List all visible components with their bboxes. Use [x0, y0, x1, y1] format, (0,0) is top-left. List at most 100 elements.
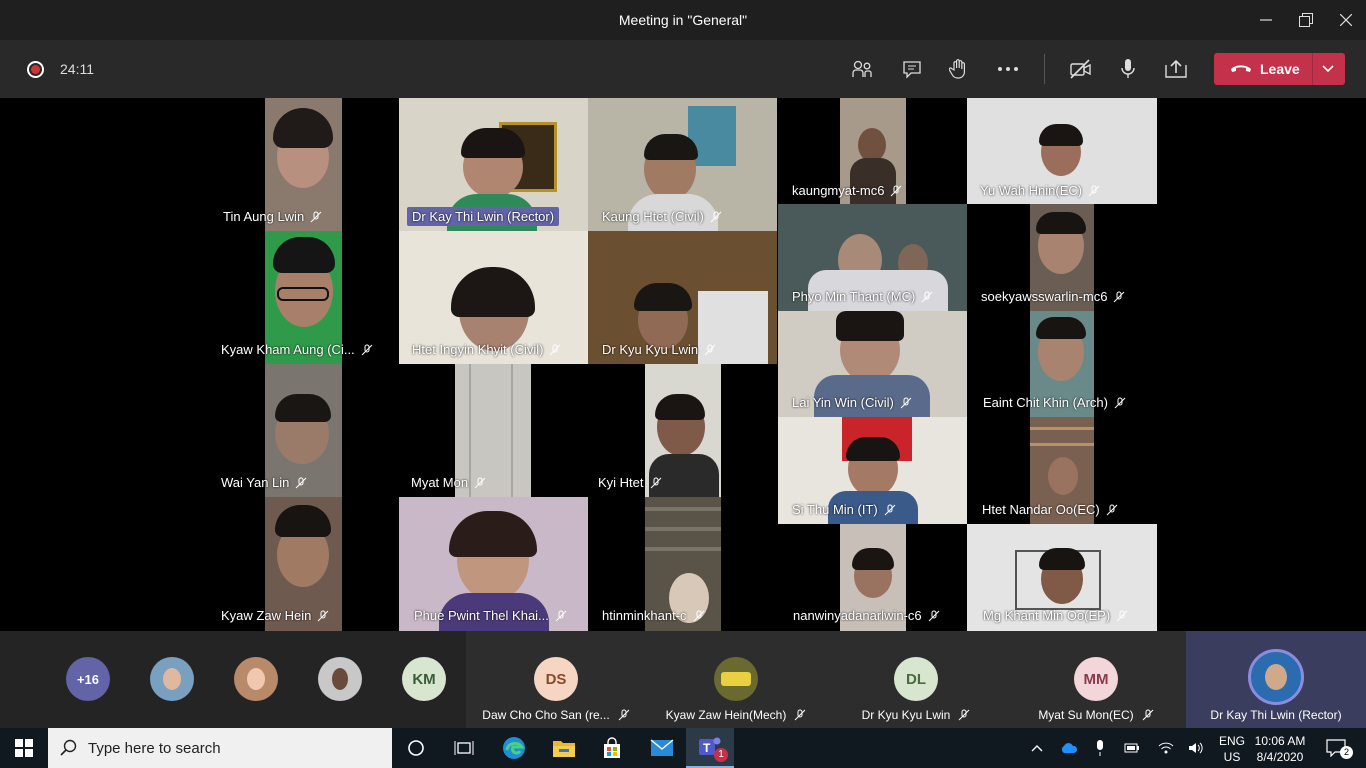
action-center-button[interactable]: 2: [1318, 728, 1354, 768]
edge-button[interactable]: [490, 728, 538, 768]
taskbar: Type here to search T 1 ENG US 10:06 AM …: [0, 728, 1366, 768]
roster-card[interactable]: MM Myat Su Mon(EC): [1006, 631, 1186, 728]
avatar: [714, 657, 758, 701]
participant-label: soekyawsswarlin-mc6: [976, 287, 1130, 306]
mic-off-icon: [1106, 504, 1118, 515]
participant-label: Mg Khant Min Oo(EP): [978, 606, 1133, 625]
mic-off-icon: [310, 211, 322, 222]
roster-name: Myat Su Mon(EC): [1006, 708, 1186, 722]
participant-label: kaungmyat-mc6: [787, 181, 907, 200]
chevron-up-icon: [1031, 745, 1043, 752]
participant-roster: +16 KM DS Daw Cho Cho San (re... Kyaw Za…: [0, 631, 1366, 728]
avatar: DS: [534, 657, 578, 701]
raise-hand-button[interactable]: [942, 53, 976, 85]
close-button[interactable]: [1326, 0, 1366, 40]
cortana-button[interactable]: [392, 728, 440, 768]
roster-name: Dr Kyu Kyu Lwin: [826, 708, 1006, 722]
chat-button[interactable]: [895, 53, 929, 85]
volume-button[interactable]: [1184, 728, 1208, 768]
participant-label: Myat Mon: [406, 473, 491, 492]
participant-label: Kyi Htet: [593, 473, 667, 492]
network-button[interactable]: [1154, 728, 1178, 768]
avatar: DL: [894, 657, 938, 701]
participant-label: Tin Aung Lwin: [218, 207, 327, 226]
microphone-tray-button[interactable]: [1088, 728, 1112, 768]
mic-off-icon: [891, 185, 902, 196]
mail-button[interactable]: [638, 728, 686, 768]
participant-label: Kaung Htet (Civil): [597, 207, 727, 226]
onedrive-button[interactable]: [1056, 728, 1082, 768]
show-hidden-icons-button[interactable]: [1024, 728, 1050, 768]
mic-off-icon: [474, 477, 486, 488]
avatar[interactable]: [318, 657, 362, 701]
participant-label: Htet Ingyin Khyit (Civil): [407, 340, 566, 359]
avatar[interactable]: KM: [402, 657, 446, 701]
leave-label: Leave: [1260, 61, 1300, 77]
leave-button[interactable]: Leave: [1214, 53, 1345, 85]
keyboard-layout: US: [1223, 750, 1241, 764]
start-button[interactable]: [0, 728, 48, 768]
window-title: Meeting in "General": [618, 12, 748, 28]
minimize-icon: [1260, 19, 1272, 21]
mic-off-icon: [1114, 291, 1125, 302]
file-explorer-button[interactable]: [540, 728, 588, 768]
meeting-toolbar: 24:11 Leave: [0, 40, 1366, 98]
video-grid: Tin Aung Lwin Kyaw Kham Aung (Ci... Wai …: [0, 98, 1366, 631]
mic-toggle-button[interactable]: [1111, 53, 1145, 85]
more-participants-button[interactable]: +16: [66, 657, 110, 701]
camera-toggle-button[interactable]: [1064, 53, 1098, 85]
minimize-button[interactable]: [1246, 0, 1286, 40]
leave-divider: [1312, 53, 1313, 85]
share-tray-icon: [1165, 59, 1187, 78]
mic-off-icon: [900, 397, 912, 408]
mic-off-icon: [555, 610, 567, 621]
clock[interactable]: 10:06 AM 8/4/2020: [1252, 733, 1308, 765]
participant-label: htinminkhant-c: [597, 606, 710, 625]
battery-icon: [1124, 743, 1139, 753]
mic-off-icon: [550, 344, 561, 355]
participant-label: Yu Wah Hnin(EC): [975, 181, 1105, 200]
roster-card-active[interactable]: Dr Kay Thi Lwin (Rector): [1186, 631, 1366, 728]
language-code: ENG: [1219, 734, 1246, 748]
battery-button[interactable]: [1120, 728, 1144, 768]
cloud-icon: [1061, 743, 1078, 753]
notification-count: 2: [1340, 746, 1353, 759]
avatar[interactable]: [150, 657, 194, 701]
participant-label: Dr Kay Thi Lwin (Rector): [407, 207, 560, 226]
participant-label: Eaint Chit Khin (Arch): [978, 393, 1131, 412]
wifi-icon: [1158, 742, 1174, 754]
mail-icon: [650, 739, 674, 756]
chevron-down-icon[interactable]: [1320, 60, 1336, 76]
roster-name: Daw Cho Cho San (re...: [466, 708, 646, 722]
taskbar-search[interactable]: Type here to search: [48, 728, 392, 768]
mic-off-icon: [921, 291, 933, 302]
meeting-timer: 24:11: [60, 61, 94, 77]
language-indicator[interactable]: ENG US: [1219, 733, 1245, 765]
close-icon: [1340, 14, 1352, 26]
roster-card[interactable]: DL Dr Kyu Kyu Lwin: [826, 631, 1006, 728]
participant-label: Htet Nandar Oo(EC): [977, 500, 1123, 519]
store-button[interactable]: [588, 728, 636, 768]
windows-logo-icon: [15, 739, 33, 757]
roster-card[interactable]: DS Daw Cho Cho San (re...: [466, 631, 646, 728]
cortana-icon: [408, 740, 424, 756]
toolbar-divider: [1044, 54, 1045, 84]
avatar: MM: [1074, 657, 1118, 701]
more-icon: [998, 67, 1018, 71]
roster-card[interactable]: Kyaw Zaw Hein(Mech): [646, 631, 826, 728]
share-screen-button[interactable]: [1159, 53, 1193, 85]
mic-off-icon: [618, 709, 630, 721]
store-icon: [604, 737, 620, 758]
mic-off-icon: [650, 477, 661, 488]
camera-off-icon: [1070, 59, 1091, 79]
avatar[interactable]: [234, 657, 278, 701]
task-view-button[interactable]: [440, 728, 488, 768]
mic-off-icon: [1088, 185, 1100, 196]
maximize-button[interactable]: [1286, 0, 1326, 40]
more-actions-button[interactable]: [991, 53, 1025, 85]
teams-button[interactable]: T 1: [686, 728, 734, 768]
participants-button[interactable]: [846, 53, 880, 85]
participant-label: nanwinyadanarlwin-c6: [788, 606, 945, 625]
participant-label: Dr Kyu Kyu Lwin: [597, 340, 721, 359]
search-placeholder: Type here to search: [88, 740, 221, 757]
